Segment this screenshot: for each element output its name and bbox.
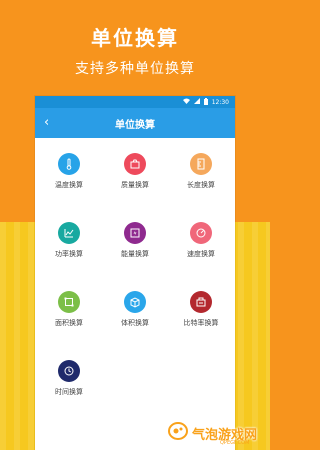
grid-item-volume[interactable]: 体积换算 xyxy=(102,291,168,335)
grid-item-label: 时间换算 xyxy=(55,388,83,396)
grid-item-label: 长度换算 xyxy=(187,181,215,189)
grid-item-speed[interactable]: 速度换算 xyxy=(168,222,234,266)
clock-icon xyxy=(58,360,80,382)
wifi-icon xyxy=(182,98,190,106)
grid-item-power[interactable]: 功率换算 xyxy=(36,222,102,266)
hero-title: 单位换算 xyxy=(91,26,179,50)
watermark-subtext: QPEGF.COM xyxy=(220,440,250,446)
thermometer-icon xyxy=(58,153,80,175)
grid-item-label: 质量换算 xyxy=(121,181,149,189)
grid-item-label: 功率换算 xyxy=(55,250,83,258)
grid-item-label: 比特率换算 xyxy=(183,319,219,327)
app-bar: ‹ 单位换算 xyxy=(35,108,235,138)
power-chart-icon xyxy=(58,222,80,244)
scale-icon xyxy=(124,153,146,175)
watermark: 气泡游戏网 QPEGF.COM xyxy=(168,418,268,448)
page-title: 单位换算 xyxy=(115,119,155,131)
battery-icon xyxy=(203,97,208,107)
grid-item-label: 面积换算 xyxy=(55,319,83,327)
grid-item-label: 速度换算 xyxy=(187,250,215,258)
ruler-icon xyxy=(190,153,212,175)
status-time: 12:30 xyxy=(211,98,229,106)
area-icon xyxy=(58,291,80,313)
status-bar: 12:30 xyxy=(35,96,235,108)
phone-screen: 12:30 ‹ 单位换算 温度换算 质量换算 长度换算 功率换算 能量换算 速度… xyxy=(35,96,235,450)
grid-item-label: 能量换算 xyxy=(121,250,149,258)
volume-cube-icon xyxy=(124,291,146,313)
speedometer-icon xyxy=(190,222,212,244)
energy-icon xyxy=(124,222,146,244)
bitrate-icon xyxy=(190,291,212,313)
bubble-logo-icon xyxy=(168,421,192,445)
grid-item-mass[interactable]: 质量换算 xyxy=(102,153,168,197)
grid-item-area[interactable]: 面积换算 xyxy=(36,291,102,335)
hero-subtitle: 支持多种单位换算 xyxy=(75,61,195,77)
grid-item-length[interactable]: 长度换算 xyxy=(168,153,234,197)
grid-item-temperature[interactable]: 温度换算 xyxy=(36,153,102,197)
grid-item-bitrate[interactable]: 比特率换算 xyxy=(168,291,234,335)
grid-item-time[interactable]: 时间换算 xyxy=(36,360,102,404)
grid-item-label: 温度换算 xyxy=(55,181,83,189)
back-button[interactable]: ‹ xyxy=(44,115,49,131)
grid-item-label: 体积换算 xyxy=(121,319,149,327)
grid-item-energy[interactable]: 能量换算 xyxy=(102,222,168,266)
signal-icon xyxy=(193,98,200,106)
